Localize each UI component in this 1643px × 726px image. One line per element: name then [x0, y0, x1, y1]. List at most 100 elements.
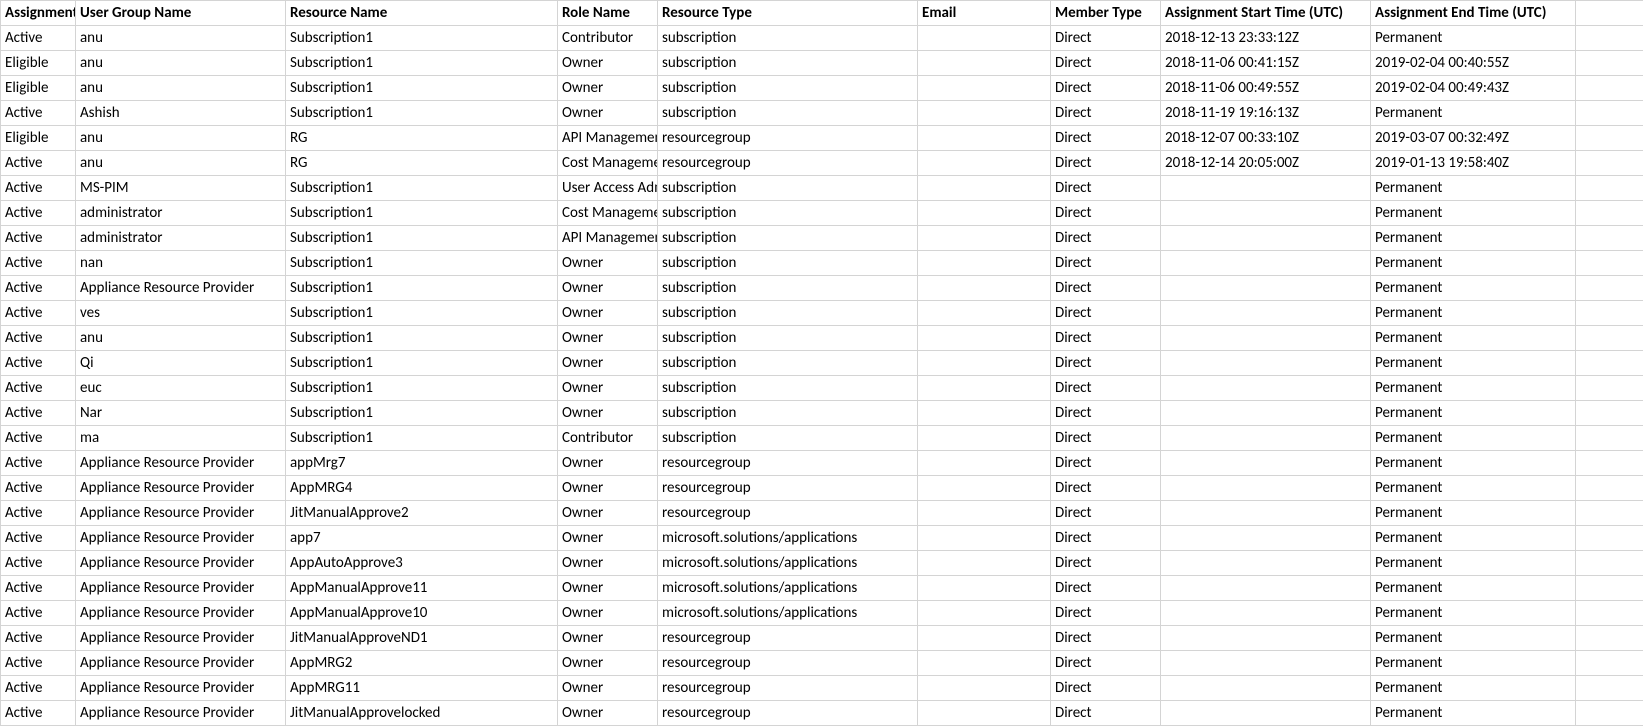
cell-extra[interactable]	[1576, 476, 1643, 501]
cell-resource-name[interactable]: RG	[286, 126, 558, 151]
cell-extra[interactable]	[1576, 701, 1643, 726]
table-row[interactable]: ActivemaSubscription1Contributorsubscrip…	[1, 426, 1643, 451]
table-row[interactable]: EligibleanuRGAPI Managementresourcegroup…	[1, 126, 1643, 151]
table-row[interactable]: ActiveNarSubscription1OwnersubscriptionD…	[1, 401, 1643, 426]
cell-resource-type[interactable]: microsoft.solutions/applications	[658, 601, 918, 626]
cell-resource-name[interactable]: app7	[286, 526, 558, 551]
cell-resource-type[interactable]: subscription	[658, 76, 918, 101]
cell-resource-type[interactable]: subscription	[658, 251, 918, 276]
cell-resource-type[interactable]: resourcegroup	[658, 676, 918, 701]
cell-member-type[interactable]: Direct	[1051, 326, 1161, 351]
cell-member-type[interactable]: Direct	[1051, 101, 1161, 126]
cell-user-group[interactable]: ves	[76, 301, 286, 326]
cell-user-group[interactable]: anu	[76, 51, 286, 76]
table-row[interactable]: ActiveanuSubscription1OwnersubscriptionD…	[1, 326, 1643, 351]
table-row[interactable]: ActiveQiSubscription1OwnersubscriptionDi…	[1, 351, 1643, 376]
header-resource-type[interactable]: Resource Type	[658, 1, 918, 26]
cell-start-time[interactable]	[1161, 426, 1371, 451]
cell-email[interactable]	[918, 276, 1051, 301]
cell-start-time[interactable]	[1161, 201, 1371, 226]
cell-assignment[interactable]: Active	[1, 476, 76, 501]
cell-member-type[interactable]: Direct	[1051, 551, 1161, 576]
header-assignment[interactable]: Assignment	[1, 1, 76, 26]
table-row[interactable]: ActiveAppliance Resource ProviderAppMRG1…	[1, 676, 1643, 701]
cell-assignment[interactable]: Active	[1, 26, 76, 51]
cell-role-name[interactable]: API Management	[558, 126, 658, 151]
cell-resource-type[interactable]: subscription	[658, 226, 918, 251]
cell-user-group[interactable]: Appliance Resource Provider	[76, 451, 286, 476]
cell-end-time[interactable]: 2019-02-04 00:40:55Z	[1371, 51, 1576, 76]
cell-start-time[interactable]: 2018-11-19 19:16:13Z	[1161, 101, 1371, 126]
table-row[interactable]: ActiveAppliance Resource Providerapp7Own…	[1, 526, 1643, 551]
cell-end-time[interactable]: Permanent	[1371, 176, 1576, 201]
cell-resource-type[interactable]: resourcegroup	[658, 651, 918, 676]
table-row[interactable]: ActiveAppliance Resource ProviderSubscri…	[1, 276, 1643, 301]
cell-end-time[interactable]: Permanent	[1371, 201, 1576, 226]
cell-extra[interactable]	[1576, 326, 1643, 351]
cell-end-time[interactable]: Permanent	[1371, 401, 1576, 426]
cell-start-time[interactable]: 2018-12-14 20:05:00Z	[1161, 151, 1371, 176]
cell-extra[interactable]	[1576, 676, 1643, 701]
table-row[interactable]: ActiveAppliance Resource ProviderappMrg7…	[1, 451, 1643, 476]
cell-email[interactable]	[918, 51, 1051, 76]
cell-role-name[interactable]: Owner	[558, 351, 658, 376]
cell-member-type[interactable]: Direct	[1051, 601, 1161, 626]
cell-user-group[interactable]: Appliance Resource Provider	[76, 551, 286, 576]
cell-resource-type[interactable]: subscription	[658, 26, 918, 51]
cell-start-time[interactable]	[1161, 676, 1371, 701]
table-row[interactable]: ActiveanuRGCost ManagementresourcegroupD…	[1, 151, 1643, 176]
cell-extra[interactable]	[1576, 301, 1643, 326]
cell-member-type[interactable]: Direct	[1051, 526, 1161, 551]
table-row[interactable]: ActiveadministratorSubscription1API Mana…	[1, 226, 1643, 251]
cell-user-group[interactable]: euc	[76, 376, 286, 401]
cell-end-time[interactable]: Permanent	[1371, 376, 1576, 401]
cell-member-type[interactable]: Direct	[1051, 276, 1161, 301]
cell-resource-name[interactable]: AppAutoApprove3	[286, 551, 558, 576]
cell-start-time[interactable]	[1161, 501, 1371, 526]
cell-role-name[interactable]: Owner	[558, 601, 658, 626]
cell-role-name[interactable]: Owner	[558, 301, 658, 326]
cell-resource-type[interactable]: resourcegroup	[658, 701, 918, 726]
cell-resource-type[interactable]: subscription	[658, 376, 918, 401]
cell-resource-name[interactable]: AppMRG4	[286, 476, 558, 501]
cell-assignment[interactable]: Active	[1, 501, 76, 526]
cell-role-name[interactable]: Owner	[558, 676, 658, 701]
cell-user-group[interactable]: anu	[76, 126, 286, 151]
cell-email[interactable]	[918, 651, 1051, 676]
header-role-name[interactable]: Role Name	[558, 1, 658, 26]
cell-extra[interactable]	[1576, 151, 1643, 176]
cell-start-time[interactable]	[1161, 576, 1371, 601]
cell-member-type[interactable]: Direct	[1051, 576, 1161, 601]
cell-member-type[interactable]: Direct	[1051, 376, 1161, 401]
cell-user-group[interactable]: anu	[76, 326, 286, 351]
cell-resource-name[interactable]: Subscription1	[286, 351, 558, 376]
cell-resource-name[interactable]: JitManualApprovelocked	[286, 701, 558, 726]
cell-user-group[interactable]: Appliance Resource Provider	[76, 676, 286, 701]
cell-member-type[interactable]: Direct	[1051, 176, 1161, 201]
cell-resource-name[interactable]: JitManualApproveND1	[286, 626, 558, 651]
cell-role-name[interactable]: Owner	[558, 526, 658, 551]
cell-member-type[interactable]: Direct	[1051, 301, 1161, 326]
cell-resource-name[interactable]: Subscription1	[286, 226, 558, 251]
table-row[interactable]: ActiveAppliance Resource ProviderAppAuto…	[1, 551, 1643, 576]
cell-resource-type[interactable]: resourcegroup	[658, 126, 918, 151]
cell-extra[interactable]	[1576, 551, 1643, 576]
cell-role-name[interactable]: Owner	[558, 451, 658, 476]
cell-start-time[interactable]	[1161, 551, 1371, 576]
header-member-type[interactable]: Member Type	[1051, 1, 1161, 26]
cell-member-type[interactable]: Direct	[1051, 676, 1161, 701]
cell-resource-type[interactable]: resourcegroup	[658, 501, 918, 526]
cell-role-name[interactable]: Owner	[558, 276, 658, 301]
table-row[interactable]: ActiveAppliance Resource ProviderAppManu…	[1, 576, 1643, 601]
table-row[interactable]: ActiveeucSubscription1OwnersubscriptionD…	[1, 376, 1643, 401]
cell-member-type[interactable]: Direct	[1051, 476, 1161, 501]
cell-resource-name[interactable]: AppMRG2	[286, 651, 558, 676]
table-row[interactable]: ActivevesSubscription1OwnersubscriptionD…	[1, 301, 1643, 326]
cell-end-time[interactable]: Permanent	[1371, 526, 1576, 551]
cell-member-type[interactable]: Direct	[1051, 501, 1161, 526]
cell-role-name[interactable]: Owner	[558, 576, 658, 601]
cell-end-time[interactable]: Permanent	[1371, 26, 1576, 51]
cell-extra[interactable]	[1576, 226, 1643, 251]
cell-resource-type[interactable]: microsoft.solutions/applications	[658, 576, 918, 601]
cell-assignment[interactable]: Active	[1, 701, 76, 726]
